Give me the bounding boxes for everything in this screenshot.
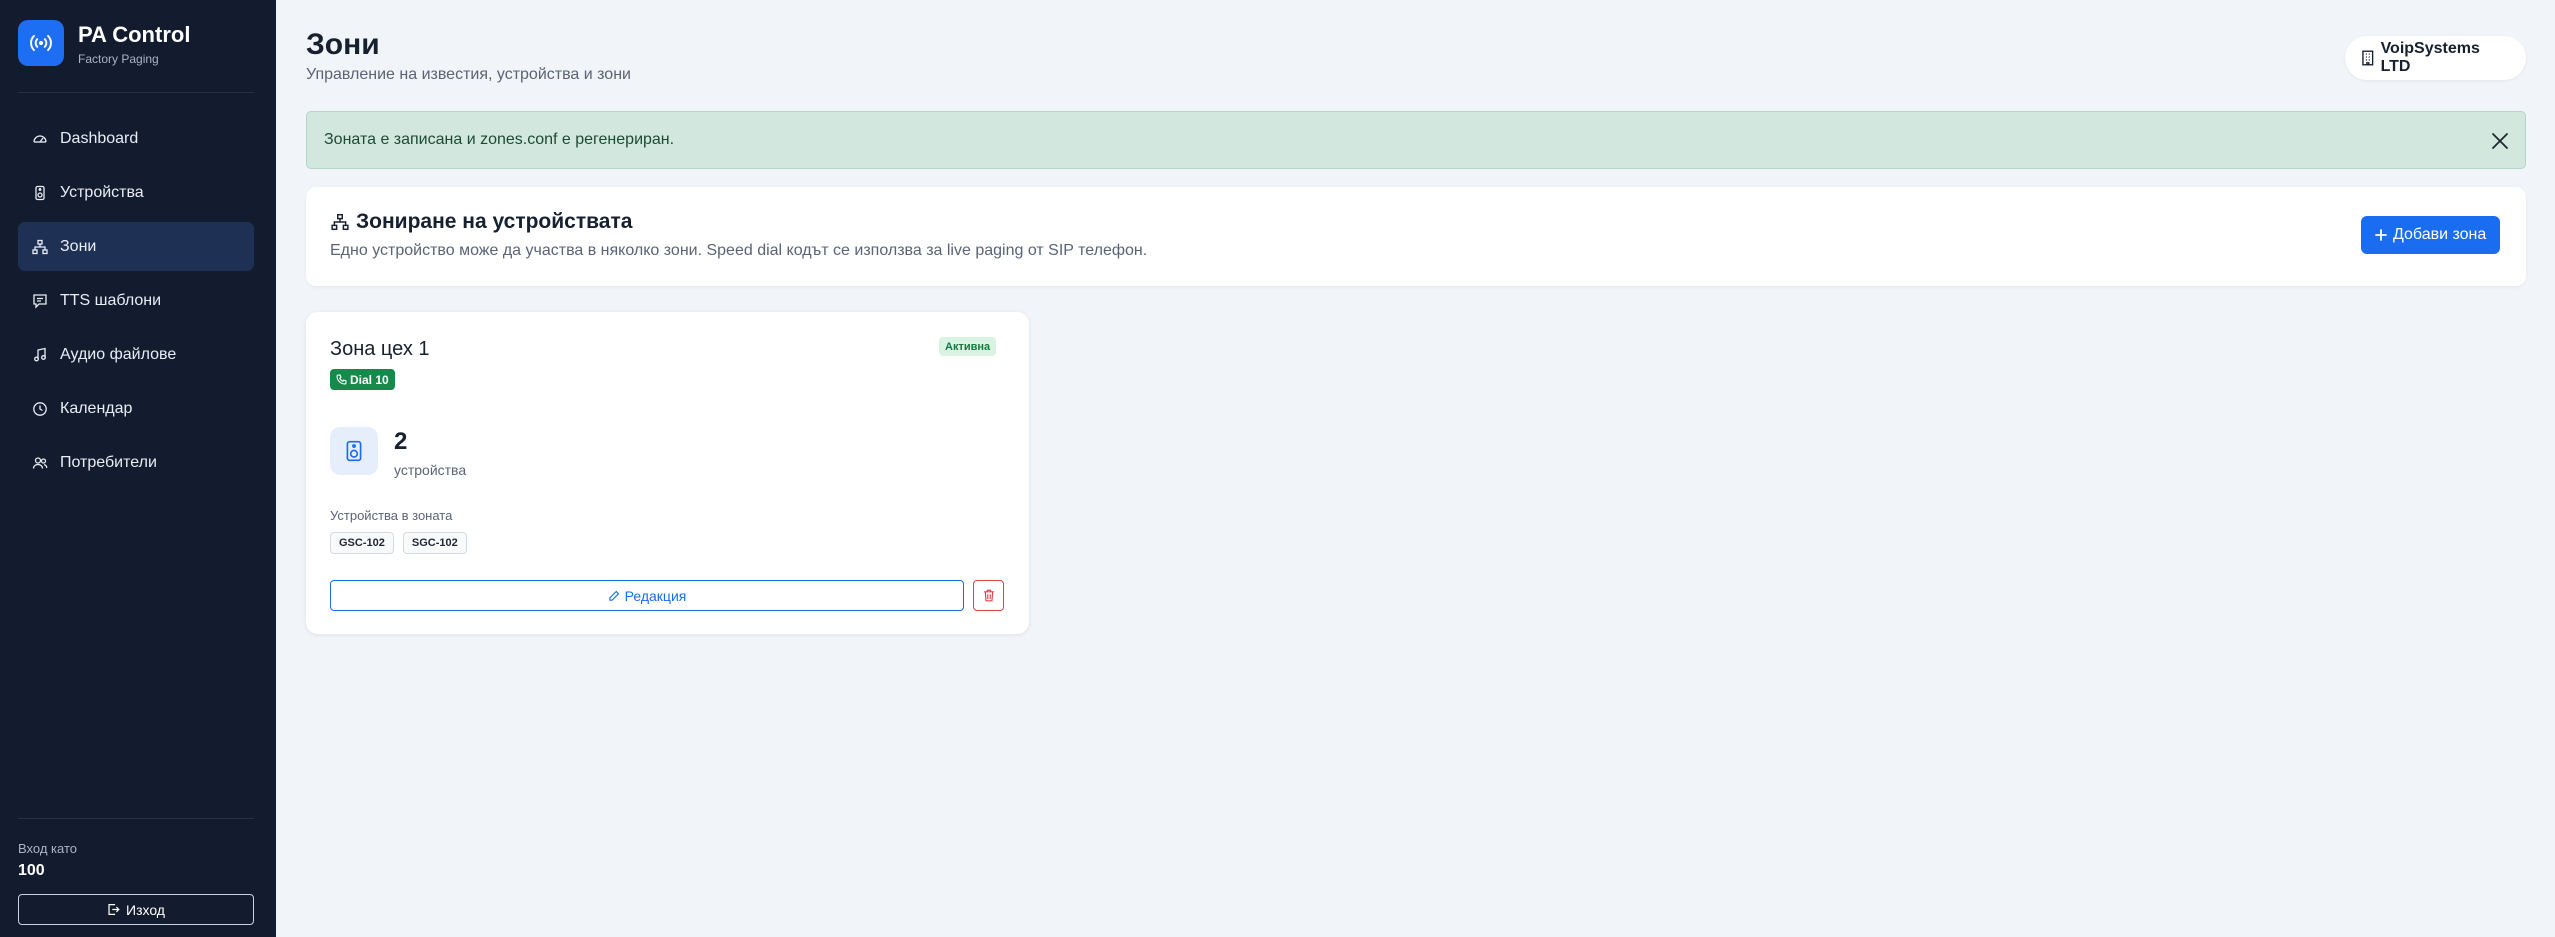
speaker-icon: [330, 427, 378, 475]
gauge-icon: [32, 131, 48, 147]
close-icon[interactable]: [2489, 130, 2511, 152]
pencil-icon: [608, 590, 619, 601]
sidebar-item-tts[interactable]: TTS шаблони: [18, 276, 254, 325]
device-chips: GSC-102 SGC-102: [330, 532, 476, 554]
sidebar-item-users[interactable]: Потребители: [18, 438, 254, 487]
logout-label: Изход: [126, 901, 165, 918]
trash-icon: [983, 589, 994, 602]
device-count: 2: [394, 428, 408, 455]
company-badge: VoipSystems LTD: [2345, 36, 2526, 80]
device-chip: GSC-102: [330, 532, 394, 554]
zoning-panel: Зониране на устройствата Едно устройство…: [306, 187, 2526, 286]
sidebar-item-dashboard[interactable]: Dashboard: [18, 114, 254, 163]
zone-name: Зона цех 1: [330, 338, 430, 360]
sidebar-item-label: Аудио файлове: [60, 345, 177, 363]
users-icon: [32, 455, 48, 471]
speaker-icon: [32, 185, 48, 201]
chat-icon: [32, 293, 48, 309]
sidebar-item-devices[interactable]: Устройства: [18, 168, 254, 217]
devices-in-zone-label: Устройства в зоната: [330, 508, 453, 523]
alert-message: Зоната е записана и zones.conf е регенер…: [324, 131, 675, 148]
page-subtitle: Управление на известия, устройства и зон…: [306, 66, 631, 83]
sidebar-item-label: TTS шаблони: [60, 291, 162, 309]
diagram-icon: [331, 213, 349, 231]
add-zone-label: Добави зона: [2393, 226, 2487, 243]
phone-icon: [336, 374, 347, 385]
login-label: Вход като: [18, 841, 77, 856]
zone-card: Зона цех 1 Активна Dial 10 2 устройства …: [306, 312, 1029, 634]
zoning-title-text: Зониране на устройствата: [356, 210, 633, 233]
sidebar-item-zones[interactable]: Зони: [18, 222, 254, 271]
sidebar-item-label: Потребители: [60, 453, 157, 471]
delete-zone-button[interactable]: [973, 580, 1004, 611]
diagram-icon: [32, 239, 48, 255]
success-alert: Зоната е записана и zones.conf е регенер…: [306, 111, 2526, 169]
zoning-title: Зониране на устройствата: [330, 210, 632, 234]
device-count-label: устройства: [394, 462, 467, 478]
sidebar-item-label: Dashboard: [60, 129, 139, 147]
music-note-icon: [32, 347, 48, 363]
clock-icon: [32, 401, 48, 417]
building-icon: [2362, 50, 2374, 66]
logout-button[interactable]: Изход: [18, 894, 254, 925]
sidebar-item-label: Устройства: [60, 183, 144, 201]
dial-badge: Dial 10: [330, 369, 395, 390]
add-zone-button[interactable]: Добави зона: [2361, 216, 2501, 254]
page-title: Зони: [306, 28, 380, 61]
app-title: PA Control: [78, 22, 191, 47]
logout-icon: [108, 904, 120, 915]
sidebar-nav: Dashboard Устройства Зони TTS шаблони Ау…: [18, 114, 254, 492]
login-user: 100: [18, 862, 45, 879]
device-chip: SGC-102: [402, 532, 467, 554]
plus-icon: [2375, 229, 2387, 241]
sidebar-footer: Вход като 100 Изход: [18, 818, 254, 925]
dial-label: Dial 10: [350, 372, 389, 387]
edit-label: Редакция: [624, 587, 687, 604]
zoning-description: Едно устройство може да участва в няколк…: [330, 242, 1148, 259]
app-subtitle: Factory Paging: [78, 52, 159, 66]
sidebar-item-audio[interactable]: Аудио файлове: [18, 330, 254, 379]
company-name: VoipSystems LTD: [2380, 40, 2480, 75]
status-badge: Активна: [939, 337, 997, 356]
brand: PA Control Factory Paging: [18, 20, 254, 93]
sidebar-item-calendar[interactable]: Календар: [18, 384, 254, 433]
edit-zone-button[interactable]: Редакция: [330, 580, 964, 611]
sidebar: PA Control Factory Paging Dashboard Устр…: [0, 0, 276, 937]
sidebar-item-label: Календар: [60, 399, 133, 417]
sidebar-item-label: Зони: [60, 237, 97, 255]
broadcast-icon: [18, 20, 64, 66]
